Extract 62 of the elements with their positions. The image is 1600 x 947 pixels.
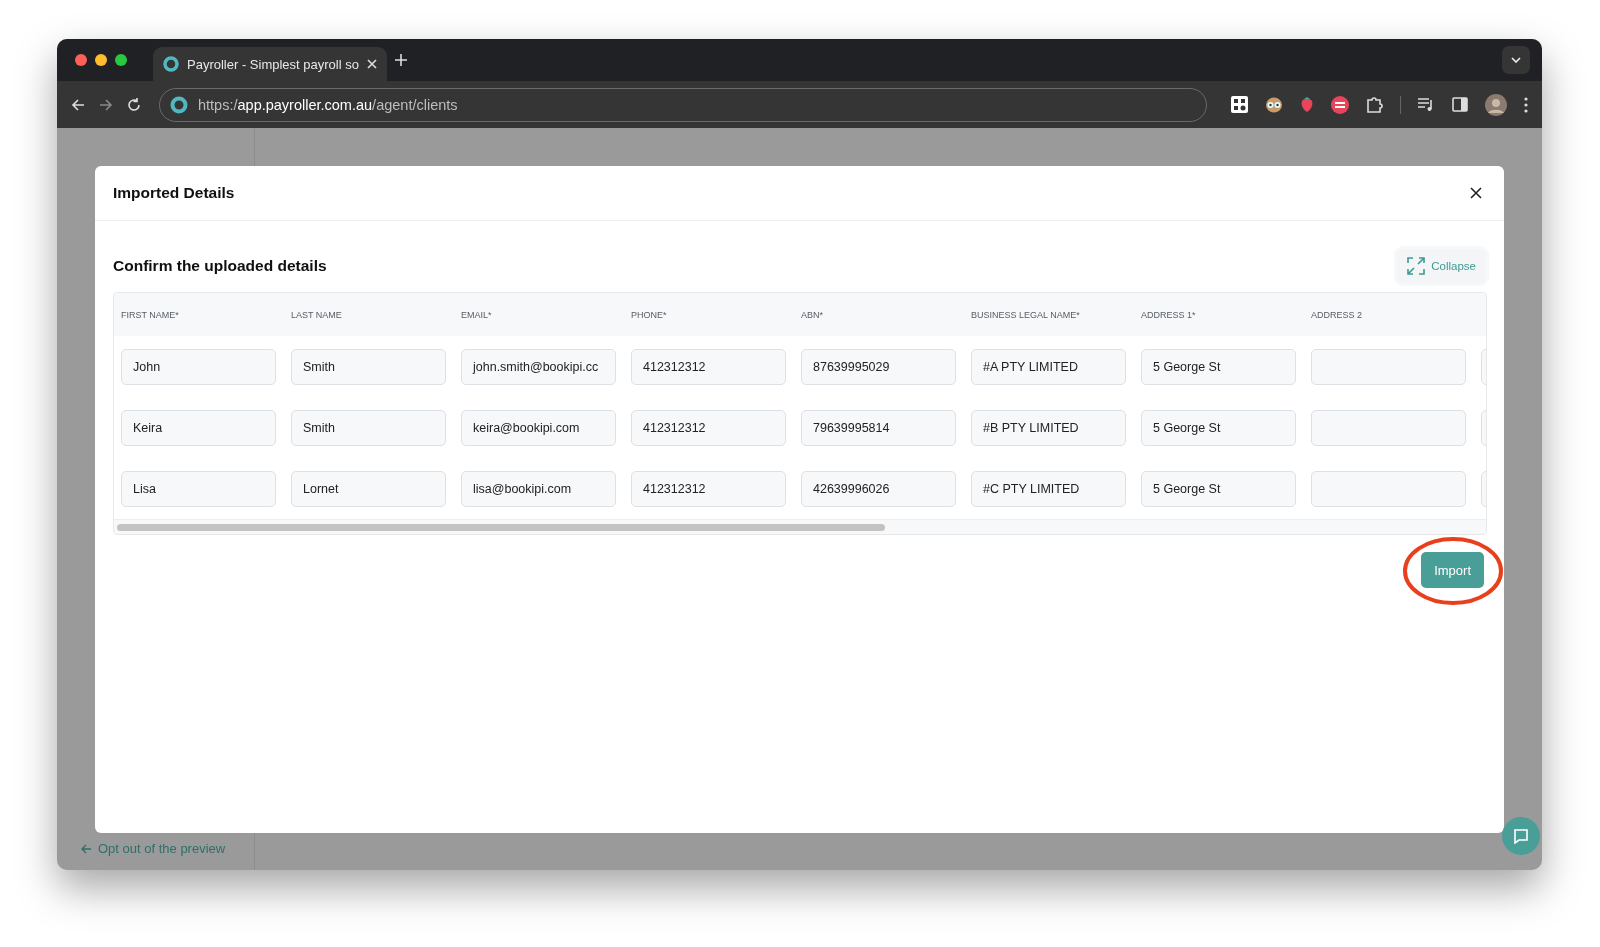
- input-field[interactable]: 42639996026: [801, 470, 956, 507]
- input-field[interactable]: 5 George St: [1141, 409, 1296, 446]
- new-tab-icon[interactable]: [394, 54, 407, 66]
- input-field[interactable]: [1311, 348, 1466, 385]
- input-field[interactable]: [1311, 409, 1466, 446]
- back-icon[interactable]: [71, 97, 85, 112]
- input-field[interactable]: keira@bookipi.com: [461, 409, 616, 446]
- input-field[interactable]: 79639995814: [801, 409, 956, 446]
- column-header: LAST NAME: [291, 309, 343, 320]
- reload-icon[interactable]: [127, 97, 141, 112]
- forward-icon[interactable]: [99, 97, 113, 112]
- ring-logo-icon: [170, 95, 188, 114]
- column-header: BUSINESS LEGAL NAME*: [971, 309, 1081, 320]
- dialog-title: Imported Details: [113, 184, 235, 202]
- input-field[interactable]: 412312312: [631, 348, 786, 385]
- input-field[interactable]: Lisa: [121, 470, 276, 507]
- input-field[interactable]: john.smith@bookipi.cc: [461, 348, 616, 385]
- input-field[interactable]: 5 George St: [1141, 348, 1296, 385]
- media-queue-icon[interactable]: [1418, 97, 1435, 112]
- close-icon[interactable]: [1470, 187, 1482, 199]
- input-field[interactable]: #A PTY LIMITED: [971, 348, 1126, 385]
- input-field[interactable]: lisa@bookipi.com: [461, 470, 616, 507]
- maximize-window-control[interactable]: [115, 54, 127, 66]
- minimize-window-control[interactable]: [95, 54, 107, 66]
- chat-bubble-icon: [1513, 828, 1529, 844]
- input-field[interactable]: 412312312: [631, 409, 786, 446]
- side-panel-icon[interactable]: [1452, 97, 1468, 112]
- input-field[interactable]: Keira: [121, 409, 276, 446]
- column-header: ADDRESS 2: [1311, 309, 1364, 320]
- arrow-left-icon: [81, 843, 92, 854]
- qr-code-icon[interactable]: [1231, 96, 1248, 113]
- input-field[interactable]: #B PTY LIMITED: [971, 409, 1126, 446]
- avatar-icon[interactable]: [1485, 93, 1507, 116]
- input-field[interactable]: Lornet: [291, 470, 446, 507]
- column-header: PHONE*: [631, 309, 668, 320]
- section-title: Confirm the uploaded details: [113, 257, 327, 275]
- input-field[interactable]: John: [121, 348, 276, 385]
- equals-circle-icon[interactable]: [1331, 95, 1349, 114]
- column-header: ADDRESS 1*: [1141, 309, 1197, 320]
- column-header: EMAIL*: [461, 309, 493, 320]
- input-field[interactable]: #C PTY LIMITED: [971, 470, 1126, 507]
- input-field[interactable]: 87639995029: [801, 348, 956, 385]
- input-field[interactable]: [1311, 470, 1466, 507]
- scrollbar-thumb[interactable]: [117, 523, 885, 531]
- owl-icon[interactable]: [1265, 96, 1283, 113]
- chat-button[interactable]: [1502, 817, 1540, 855]
- column-header: ABN*: [801, 309, 824, 320]
- input-field[interactable]: Smith: [291, 348, 446, 385]
- ring-logo-icon: [163, 56, 179, 72]
- puzzle-icon[interactable]: [1366, 96, 1383, 113]
- collapse-arrows-icon: [1407, 257, 1426, 275]
- browser-tab[interactable]: Payroller - Simplest payroll so: [153, 47, 387, 81]
- input-field[interactable]: 5 George St: [1141, 470, 1296, 507]
- chevron-down-icon: [1511, 57, 1521, 63]
- opt-out-label: Opt out of the preview: [98, 841, 226, 856]
- strawberry-icon[interactable]: [1300, 96, 1314, 113]
- column-header: FIRST NAME*: [121, 309, 180, 320]
- more-menu-icon[interactable]: [1524, 96, 1528, 113]
- tab-search-button[interactable]: [1502, 46, 1530, 74]
- close-window-control[interactable]: [75, 54, 87, 66]
- input-field[interactable]: Smith: [291, 409, 446, 446]
- input-field[interactable]: 412312312: [631, 470, 786, 507]
